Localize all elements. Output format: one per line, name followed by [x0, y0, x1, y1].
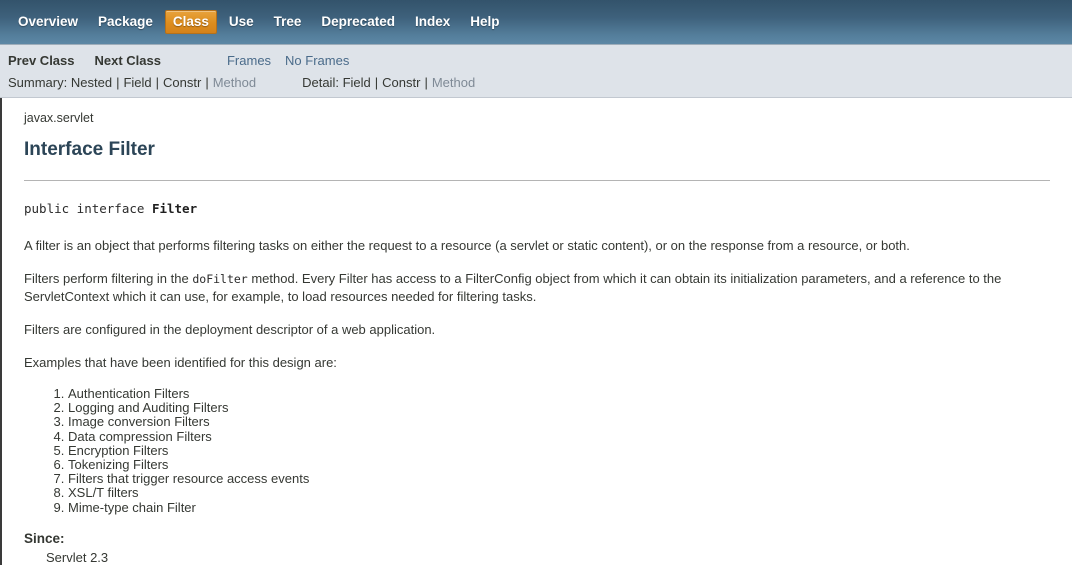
nav-link-overview[interactable]: Overview: [10, 10, 86, 34]
list-item: Encryption Filters: [68, 443, 1050, 458]
declaration-name: Filter: [151, 201, 198, 216]
list-item: Authentication Filters: [68, 386, 1050, 401]
list-item: Mime-type chain Filter: [68, 500, 1050, 515]
sub-nav-row-classnav: Prev Class Next Class Frames No Frames: [0, 45, 1072, 71]
nav-link-tree[interactable]: Tree: [266, 10, 310, 34]
examples-list: Authentication FiltersLogging and Auditi…: [24, 386, 1050, 515]
top-nav-item: Tree: [266, 10, 310, 34]
description-paragraph-1: A filter is an object that performs filt…: [24, 238, 910, 253]
declaration-modifiers: public interface: [24, 201, 152, 216]
list-item: Data compression Filters: [68, 429, 1050, 444]
list-item: Logging and Auditing Filters: [68, 401, 1050, 415]
summary-link-method[interactable]: Method: [213, 75, 256, 90]
since-value: Servlet 2.3: [46, 549, 109, 565]
list-item: Tokenizing Filters: [68, 457, 1050, 472]
summary-label: Summary:: [8, 74, 68, 90]
top-nav-item: Index: [407, 10, 458, 34]
summary-link-field[interactable]: Field: [123, 75, 151, 90]
list-item: Filters that trigger resource access eve…: [68, 472, 1050, 486]
top-nav-item: Class: [164, 10, 217, 34]
summary-item-group: Nested | Field | Constr | Method: [67, 75, 256, 90]
class-declaration: public interface Filter: [24, 201, 1050, 217]
description-paragraph-3: Filters are configured in the deployment…: [24, 322, 436, 337]
detail-link-method[interactable]: Method: [432, 75, 475, 90]
page-title: Interface Filter: [24, 139, 155, 160]
next-class-link[interactable]: Next Class: [95, 53, 161, 68]
frames-link[interactable]: Frames: [227, 53, 271, 68]
item-separator: |: [205, 74, 209, 90]
nav-link-class[interactable]: Class: [164, 10, 217, 34]
sub-nav-row-summary-detail: Summary: Nested | Field | Constr | Method Deta…: [0, 71, 1072, 97]
main-content-area: javax.servlet Interface Filter public in…: [0, 98, 1072, 565]
nav-link-use[interactable]: Use: [221, 10, 262, 34]
nav-link-help[interactable]: Help: [462, 10, 507, 34]
item-separator: |: [155, 74, 160, 90]
list-item: Image conversion Filters: [68, 415, 1050, 429]
item-separator: |: [374, 74, 379, 90]
title-divider: [24, 180, 1050, 181]
detail-item-group: Field | Constr | Method: [339, 74, 476, 90]
nav-link-deprecated[interactable]: Deprecated: [313, 10, 403, 34]
description-paragraph-4: Examples that have been identified for t…: [24, 355, 337, 370]
dofilter-code: doFilter: [192, 272, 248, 286]
sub-navigation-bar: Prev Class Next Class Frames No Frames S…: [0, 45, 1072, 98]
top-nav-item: Package: [90, 10, 161, 34]
item-separator: |: [424, 74, 428, 90]
top-nav-item: Deprecated: [313, 10, 403, 34]
prev-class-link[interactable]: Prev Class: [8, 53, 75, 68]
top-nav-item: Overview: [10, 10, 86, 34]
detail-label: Detail:: [302, 74, 339, 90]
description-paragraph-2: Filters perform filtering in the doFilte…: [24, 270, 1050, 305]
package-name: javax.servlet: [24, 111, 94, 125]
top-nav-item: Use: [221, 10, 262, 34]
top-nav-item: Help: [462, 10, 507, 34]
since-heading: Since:: [24, 530, 65, 546]
content-inner: javax.servlet Interface Filter public in…: [2, 98, 1072, 565]
top-nav-list: Overview Package Class Use Tree Deprecated Ind…: [8, 10, 510, 34]
nav-link-package[interactable]: Package: [90, 10, 161, 34]
item-separator: |: [116, 74, 120, 90]
no-frames-link[interactable]: No Frames: [285, 53, 349, 68]
summary-link-nested[interactable]: Nested: [71, 75, 112, 90]
detail-link-constr[interactable]: Constr: [382, 75, 420, 90]
detail-link-field[interactable]: Field: [343, 75, 371, 90]
top-navigation-bar: Overview Package Class Use Tree Deprecated Ind…: [0, 0, 1072, 45]
list-item: XSL/T filters: [68, 486, 1050, 500]
nav-link-index[interactable]: Index: [407, 10, 458, 34]
summary-link-constr[interactable]: Constr: [163, 75, 201, 90]
paragraph-2-text-a: Filters perform filtering in the: [24, 271, 193, 286]
